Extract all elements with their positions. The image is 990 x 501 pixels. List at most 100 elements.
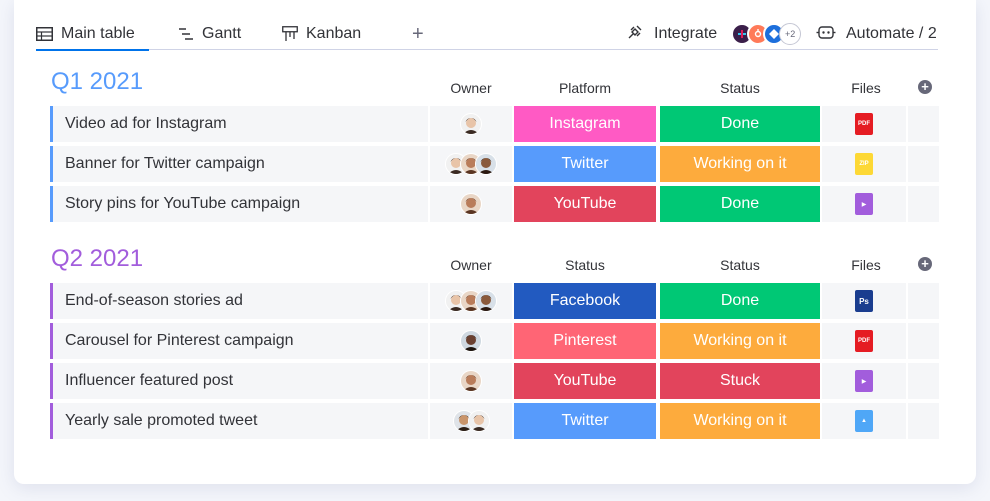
status-label: Working on it [693,332,787,349]
item-name-cell[interactable]: Yearly sale promoted tweet [50,403,428,439]
integrate-button[interactable]: Integrate +2 [626,18,802,50]
column-header-status[interactable]: Status [660,80,820,96]
column-header-owner[interactable]: Owner [430,80,512,96]
owner-avatar[interactable] [460,330,482,352]
files-cell[interactable]: ▶ [822,186,906,222]
status-label-cell[interactable]: Stuck [660,363,820,399]
add-column-icon[interactable]: + [918,80,932,94]
status-label: Done [720,195,760,212]
item-name-cell[interactable]: Story pins for YouTube campaign [50,186,428,222]
automate-label: Automate / 2 [846,25,937,42]
table-row[interactable]: Yearly sale promoted tweet Twitter Working… [50,403,939,439]
owner-avatar[interactable] [475,153,497,175]
owner-cell[interactable] [430,283,512,319]
table-row[interactable]: Video ad for Instagram Instagram Done PDF [50,106,939,142]
platform-label-cell[interactable]: YouTube [514,186,656,222]
column-header-owner[interactable]: Owner [430,257,512,273]
photoshop-file-icon[interactable]: Ps [855,290,873,312]
tab-label: Main table [61,25,135,42]
tab-main-table[interactable]: Main table [36,18,149,51]
files-cell[interactable]: PDF [822,323,906,359]
column-header-platform[interactable]: Platform [514,80,656,96]
status-label: Done [720,115,760,132]
owner-cell[interactable] [430,186,512,222]
status-label-cell[interactable]: Working on it [660,323,820,359]
video-file-icon[interactable]: ▶ [855,193,873,215]
robot-icon [816,24,836,45]
status-label-cell[interactable]: Done [660,186,820,222]
owner-avatars [460,370,482,392]
column-header-files[interactable]: Files [824,80,908,96]
files-cell[interactable]: ZIP [822,146,906,182]
item-name-cell[interactable]: Carousel for Pinterest campaign [50,323,428,359]
image-file-icon[interactable]: ▲ [855,410,873,432]
add-column-icon[interactable]: + [918,257,932,271]
owner-cell[interactable] [430,363,512,399]
status-label-cell[interactable]: Done [660,106,820,142]
video-file-icon[interactable]: ▶ [855,370,873,392]
status-label-cell[interactable]: Working on it [660,403,820,439]
table-row[interactable]: End-of-season stories ad Facebook Done Ps [50,283,939,319]
status-label-cell[interactable]: Done [660,283,820,319]
platform-label-cell[interactable]: Twitter [514,403,656,439]
owner-cell[interactable] [430,146,512,182]
platform-label-cell[interactable]: Pinterest [514,323,656,359]
item-name: Yearly sale promoted tweet [65,412,258,429]
column-header-status[interactable]: Status [514,257,656,273]
owner-avatar[interactable] [460,113,482,135]
platform-label-cell[interactable]: Facebook [514,283,656,319]
tab-kanban[interactable]: Kanban [282,18,361,50]
item-name-cell[interactable]: Influencer featured post [50,363,428,399]
integration-logos: +2 [731,23,802,45]
table-row[interactable]: Story pins for YouTube campaign YouTube Do… [50,186,939,222]
pdf-file-icon[interactable]: PDF [855,113,873,135]
owner-cell[interactable] [430,106,512,142]
column-header-status[interactable]: Status [660,257,820,273]
zip-file-icon[interactable]: ZIP [855,153,873,175]
group-color-bar [50,146,53,182]
owner-avatar[interactable] [460,193,482,215]
group-color-bar [50,323,53,359]
group-color-bar [50,363,53,399]
integrate-label: Integrate [654,25,718,42]
table-row[interactable]: Banner for Twitter campaign Twitter Workin… [50,146,939,182]
group-title-q2[interactable]: Q2 2021 [51,245,143,273]
platform-label-cell[interactable]: Twitter [514,146,656,182]
column-header-files[interactable]: Files [824,257,908,273]
files-cell[interactable]: ▲ [822,403,906,439]
status-label-cell[interactable]: Working on it [660,146,820,182]
group-color-bar [50,106,53,142]
tab-gantt[interactable]: Gantt [178,18,241,50]
owner-cell[interactable] [430,323,512,359]
platform-label-cell[interactable]: Instagram [514,106,656,142]
add-view-button[interactable]: + [412,18,424,50]
empty-cell [908,186,939,222]
owner-avatars [445,153,497,175]
status-label: Working on it [693,155,787,172]
group-title-q1[interactable]: Q1 2021 [51,68,143,96]
files-cell[interactable]: PDF [822,106,906,142]
item-name-cell[interactable]: Video ad for Instagram [50,106,428,142]
owner-cell[interactable] [430,403,512,439]
files-cell[interactable]: ▶ [822,363,906,399]
owner-avatar[interactable] [460,370,482,392]
status-label: Working on it [693,412,787,429]
pdf-file-icon[interactable]: PDF [855,330,873,352]
files-cell[interactable]: Ps [822,283,906,319]
view-tabbar: Main table Gantt Kanban + Integrate +2 A… [36,18,938,51]
item-name: Influencer featured post [65,372,234,389]
owner-avatars [445,290,497,312]
item-name: End-of-season stories ad [65,292,243,309]
table-row[interactable]: Influencer featured post YouTube Stuck ▶ [50,363,939,399]
table-row[interactable]: Carousel for Pinterest campaign Pinterest… [50,323,939,359]
platform-label-cell[interactable]: YouTube [514,363,656,399]
status-label: Done [720,292,760,309]
item-name-cell[interactable]: Banner for Twitter campaign [50,146,428,182]
owner-avatar[interactable] [475,290,497,312]
item-name-cell[interactable]: End-of-season stories ad [50,283,428,319]
owner-avatar[interactable] [467,410,490,432]
empty-cell [908,106,939,142]
automate-button[interactable]: Automate / 2 [816,18,937,50]
platform-label: YouTube [553,372,617,389]
group-color-bar [50,403,53,439]
